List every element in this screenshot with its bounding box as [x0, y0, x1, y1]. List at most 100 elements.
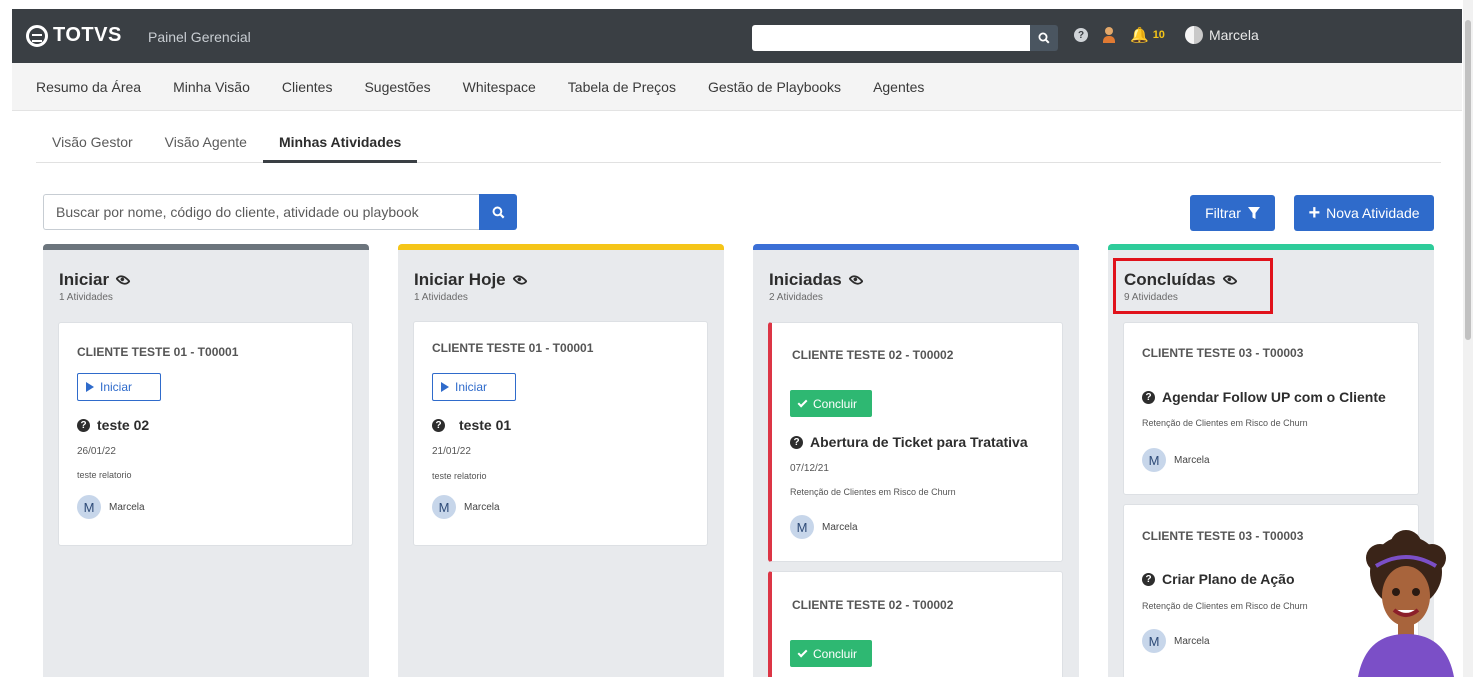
- activity-card[interactable]: CLIENTE TESTE 02 - T00002 Concluir ? Aber…: [768, 322, 1063, 562]
- column-title: Iniciadas: [769, 270, 864, 290]
- card-client: CLIENTE TESTE 03 - T00003: [1142, 346, 1304, 360]
- check-icon: [797, 397, 808, 407]
- nav-tabela-de-precos[interactable]: Tabela de Preços: [568, 79, 676, 95]
- activity-search-button[interactable]: [479, 194, 517, 230]
- activity-card[interactable]: CLIENTE TESTE 01 - T00001 Iniciar ? teste…: [413, 321, 708, 546]
- activity-date: 07/12/21: [790, 463, 829, 474]
- question-icon: ?: [432, 418, 445, 432]
- card-client: CLIENTE TESTE 01 - T00001: [432, 341, 594, 355]
- filter-icon: [1247, 207, 1260, 219]
- page-scrollbar[interactable]: [1463, 0, 1473, 677]
- logo-text: TOTVS: [53, 24, 122, 46]
- top-icons: ? 🔔 10 Marcela: [1074, 26, 1259, 44]
- search-icon: [1038, 32, 1050, 44]
- activity-title: ? Abertura de Ticket para Tratativa: [790, 434, 1028, 450]
- column-count: 1 Atividades: [59, 292, 113, 303]
- owner-avatar: M: [1142, 629, 1166, 653]
- tab-visao-agente[interactable]: Visão Agente: [149, 126, 263, 162]
- eye-icon[interactable]: [115, 272, 131, 288]
- eye-icon[interactable]: [848, 272, 864, 288]
- column-status-bar: [753, 244, 1079, 250]
- activity-date: 21/01/22: [432, 446, 471, 457]
- search-icon: [492, 206, 504, 218]
- main-nav: Resumo da Área Minha Visão Clientes Suge…: [12, 63, 1462, 111]
- user-name[interactable]: Marcela: [1209, 27, 1259, 43]
- highlight-box: [1113, 258, 1273, 314]
- owner-avatar: M: [1142, 448, 1166, 472]
- activity-title: ? Agendar Follow UP com o Cliente: [1142, 389, 1386, 405]
- nav-minha-visao[interactable]: Minha Visão: [173, 79, 250, 95]
- activity-description: teste relatorio: [432, 471, 487, 481]
- owner-avatar: M: [790, 515, 814, 539]
- column-title: Iniciar Hoje: [414, 270, 528, 290]
- new-activity-label: Nova Atividade: [1326, 205, 1420, 221]
- card-client: CLIENTE TESTE 03 - T00003: [1142, 529, 1304, 543]
- concluir-button[interactable]: Concluir: [790, 390, 872, 417]
- app-title: Painel Gerencial: [148, 29, 251, 45]
- iniciar-button[interactable]: Iniciar: [77, 373, 161, 401]
- play-icon: [441, 382, 449, 392]
- question-icon: ?: [1142, 390, 1155, 404]
- filter-label: Filtrar: [1205, 205, 1241, 221]
- activity-card[interactable]: CLIENTE TESTE 01 - T00001 Iniciar ? teste…: [58, 322, 353, 546]
- user-avatar[interactable]: [1184, 26, 1203, 44]
- filter-button[interactable]: Filtrar: [1190, 195, 1275, 231]
- assistant-avatar[interactable]: [1350, 530, 1462, 677]
- question-icon: ?: [790, 435, 803, 449]
- check-icon: [797, 647, 808, 657]
- column-count: 2 Atividades: [769, 292, 823, 303]
- activity-owner: M Marcela: [432, 495, 500, 519]
- iniciar-button[interactable]: Iniciar: [432, 373, 516, 401]
- activity-title: ? teste 01: [432, 417, 511, 433]
- nav-clientes[interactable]: Clientes: [282, 79, 333, 95]
- card-client: CLIENTE TESTE 01 - T00001: [77, 345, 239, 359]
- help-icon[interactable]: ?: [1074, 28, 1088, 42]
- tab-minhas-atividades[interactable]: Minhas Atividades: [262, 126, 418, 163]
- nav-agentes[interactable]: Agentes: [873, 79, 924, 95]
- activity-owner: M Marcela: [790, 515, 858, 539]
- column-count: 1 Atividades: [414, 292, 468, 303]
- activity-date: 26/01/22: [77, 446, 116, 457]
- nav-sugestoes[interactable]: Sugestões: [364, 79, 430, 95]
- scrollbar-thumb[interactable]: [1465, 20, 1471, 340]
- column-title: Iniciar: [59, 270, 131, 290]
- column-iniciar-hoje: Iniciar Hoje 1 Atividades CLIENTE TESTE …: [398, 244, 724, 677]
- activity-owner: M Marcela: [1142, 448, 1210, 472]
- column-status-bar: [398, 244, 724, 250]
- plus-icon: +: [1308, 202, 1321, 224]
- question-icon: ?: [1142, 572, 1155, 586]
- activity-title: ? teste 02: [77, 417, 149, 433]
- notification-count[interactable]: 10: [1153, 29, 1165, 41]
- column-status-bar: [1108, 244, 1434, 250]
- card-client: CLIENTE TESTE 02 - T00002: [792, 348, 954, 362]
- activity-search-input[interactable]: [43, 194, 479, 230]
- nav-resumo-da-area[interactable]: Resumo da Área: [36, 79, 141, 95]
- agent-icon[interactable]: [1102, 26, 1116, 44]
- totvs-logo[interactable]: TOTVS: [26, 24, 122, 47]
- concluir-button[interactable]: Concluir: [790, 640, 872, 667]
- new-activity-button[interactable]: + Nova Atividade: [1294, 195, 1434, 231]
- activity-title: ? Criar Plano de Ação: [1142, 571, 1295, 587]
- activity-description: teste relatorio: [77, 470, 132, 480]
- activity-card[interactable]: CLIENTE TESTE 03 - T00003 ? Agendar Follo…: [1123, 322, 1419, 495]
- global-search-input[interactable]: [752, 25, 1030, 51]
- question-icon: ?: [77, 418, 90, 432]
- top-bar: TOTVS Painel Gerencial ? 🔔 10 Marcela: [12, 9, 1462, 63]
- card-client: CLIENTE TESTE 02 - T00002: [792, 598, 954, 612]
- page: TOTVS Painel Gerencial ? 🔔 10 Marcela Re…: [0, 0, 1473, 677]
- global-search-button[interactable]: [1030, 25, 1058, 51]
- activity-card[interactable]: CLIENTE TESTE 02 - T00002 Concluir: [768, 571, 1063, 677]
- activity-description: Retenção de Clientes em Risco de Churn: [1142, 418, 1308, 428]
- owner-avatar: M: [77, 495, 101, 519]
- totvs-logo-icon: [26, 24, 48, 47]
- bell-icon[interactable]: 🔔: [1130, 26, 1149, 44]
- nav-whitespace[interactable]: Whitespace: [463, 79, 536, 95]
- tab-visao-gestor[interactable]: Visão Gestor: [36, 126, 149, 162]
- activity-owner: M Marcela: [77, 495, 145, 519]
- activity-description: Retenção de Clientes em Risco de Churn: [790, 487, 956, 497]
- activity-owner: M Marcela: [1142, 629, 1210, 653]
- sub-tabs: Visão Gestor Visão Agente Minhas Ativida…: [36, 126, 1441, 163]
- activity-description: Retenção de Clientes em Risco de Churn: [1142, 601, 1308, 611]
- eye-icon[interactable]: [512, 272, 528, 288]
- nav-gestao-de-playbooks[interactable]: Gestão de Playbooks: [708, 79, 841, 95]
